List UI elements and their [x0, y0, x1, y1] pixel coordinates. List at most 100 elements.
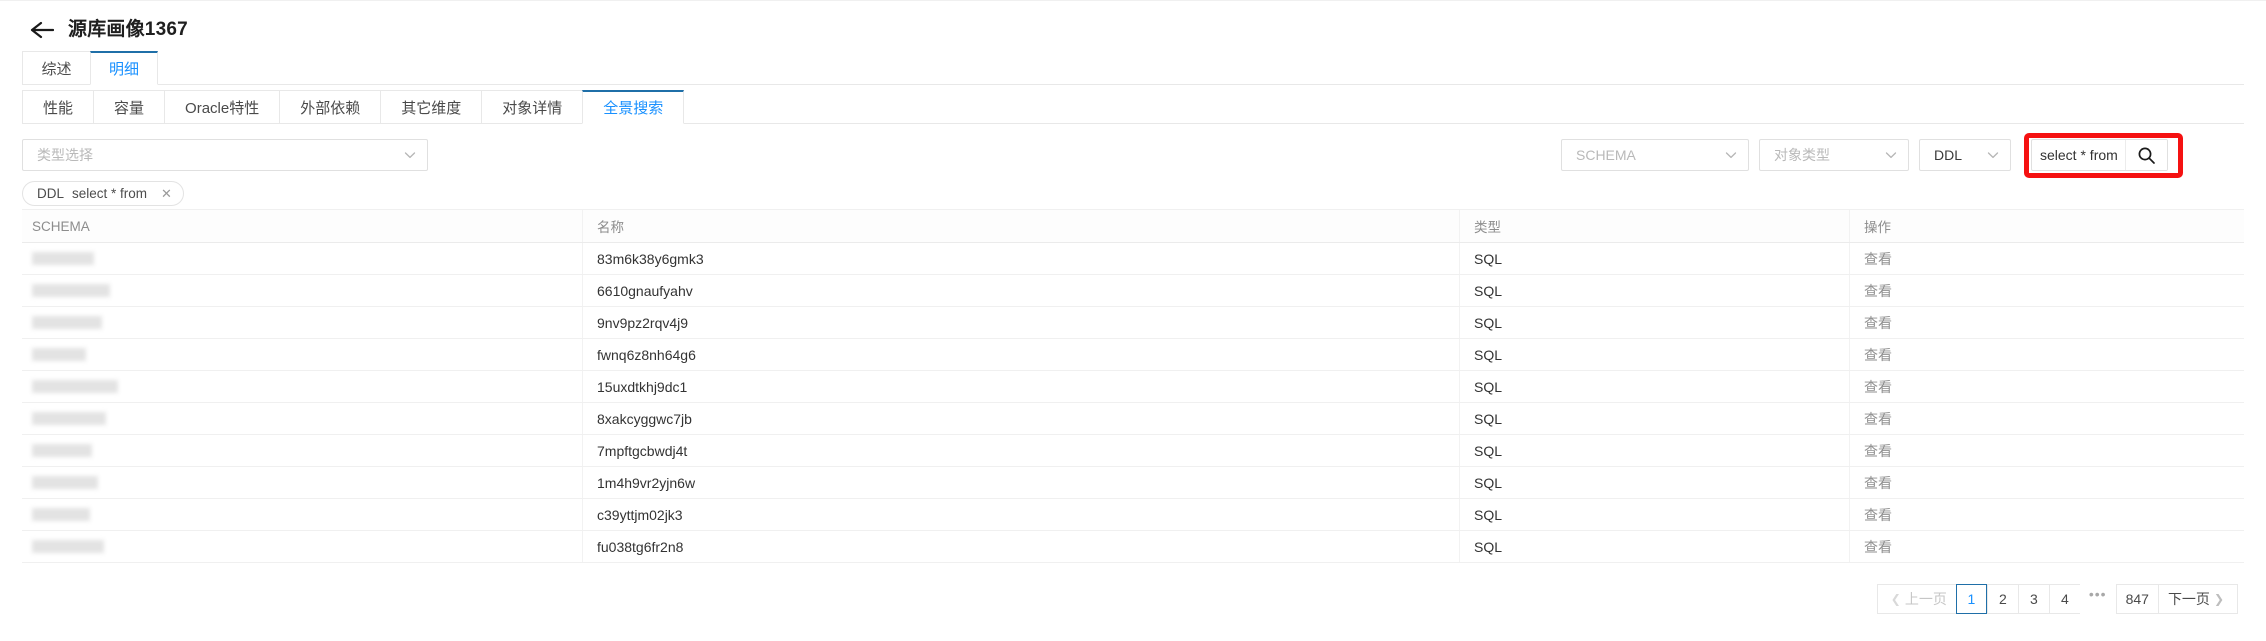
cell-name: 15uxdtkhj9dc1	[583, 371, 1460, 402]
table-row: fwnq6z8nh64g6 SQL 查看	[22, 339, 2244, 371]
redacted-value	[32, 316, 102, 329]
cell-action: 查看	[1850, 243, 2244, 274]
redacted-value	[32, 540, 104, 553]
cell-schema	[22, 339, 583, 370]
tab-xingneng[interactable]: 性能	[22, 90, 94, 124]
view-action-link[interactable]: 查看	[1864, 249, 1892, 269]
chevron-down-icon	[1986, 148, 2000, 162]
tab-duixiang-xiangqing[interactable]: 对象详情	[481, 90, 583, 124]
filter-chip-ddl: DDL select * from ✕	[22, 180, 184, 206]
cell-action: 查看	[1850, 403, 2244, 434]
search-icon	[2137, 146, 2156, 165]
tab-label: 综述	[41, 60, 72, 78]
table-row: 15uxdtkhj9dc1 SQL 查看	[22, 371, 2244, 403]
redacted-value	[32, 284, 110, 297]
cell-schema	[22, 243, 583, 274]
tab-quanjing-sousuo[interactable]: 全景搜索	[582, 90, 685, 124]
chevron-right-icon: ❯	[2213, 592, 2224, 606]
cell-action: 查看	[1850, 499, 2244, 530]
table-row: 6610gnaufyahv SQL 查看	[22, 275, 2244, 307]
chevron-down-icon	[403, 148, 417, 162]
tab-label: Oracle特性	[185, 99, 260, 117]
table-row: c39yttjm02jk3 SQL 查看	[22, 499, 2244, 531]
pagination-page-last[interactable]: 847	[2115, 584, 2158, 614]
tab-waibu-yilai[interactable]: 外部依赖	[279, 90, 381, 124]
table-row: 1m4h9vr2yjn6w SQL 查看	[22, 467, 2244, 499]
type-select[interactable]: 类型选择	[22, 139, 428, 171]
cell-action: 查看	[1850, 275, 2244, 306]
tab-rongliang[interactable]: 容量	[93, 90, 165, 124]
cell-type: SQL	[1460, 371, 1850, 402]
view-action-link[interactable]: 查看	[1864, 281, 1892, 301]
ddl-select[interactable]: DDL	[1919, 139, 2011, 171]
close-icon[interactable]: ✕	[161, 187, 172, 200]
tab-oracle-texing[interactable]: Oracle特性	[164, 90, 280, 124]
arrow-left-icon[interactable]	[30, 20, 56, 40]
cell-action: 查看	[1850, 371, 2244, 402]
redacted-value	[32, 380, 118, 393]
view-action-link[interactable]: 查看	[1864, 505, 1892, 525]
tab-zongshu[interactable]: 综述	[22, 51, 90, 85]
cell-type: SQL	[1460, 499, 1850, 530]
view-action-link[interactable]: 查看	[1864, 345, 1892, 365]
cell-action: 查看	[1850, 339, 2244, 370]
title-row: 源库画像1367	[0, 15, 2266, 45]
page-header: 源库画像1367	[0, 15, 2266, 57]
table-row: 7mpftgcbwdj4t SQL 查看	[22, 435, 2244, 467]
filter-chip-value: select * from	[72, 185, 148, 201]
redacted-value	[32, 252, 94, 265]
search-box	[2031, 139, 2168, 171]
pagination-next-label: 下一页	[2167, 591, 2210, 607]
cell-name: 9nv9pz2rqv4j9	[583, 307, 1460, 338]
view-action-link[interactable]: 查看	[1864, 313, 1892, 333]
view-action-link[interactable]: 查看	[1864, 473, 1892, 493]
view-action-link[interactable]: 查看	[1864, 377, 1892, 397]
tab-label: 对象详情	[502, 99, 563, 117]
pagination-ellipsis[interactable]: •••	[2079, 584, 2116, 614]
cell-type: SQL	[1460, 403, 1850, 434]
schema-select[interactable]: SCHEMA	[1561, 139, 1749, 171]
view-action-link[interactable]: 查看	[1864, 409, 1892, 429]
results-table: SCHEMA 名称 类型 操作 83m6k38y6gmk3 SQL 查看 6610gn…	[22, 209, 2244, 563]
pagination-prev[interactable]: ❮ 上一页	[1876, 584, 1956, 614]
cell-name: 6610gnaufyahv	[583, 275, 1460, 306]
table-row: 8xakcyggwc7jb SQL 查看	[22, 403, 2244, 435]
tab-mingxi[interactable]: 明细	[90, 51, 159, 85]
object-type-select[interactable]: 对象类型	[1759, 139, 1909, 171]
cell-name: 8xakcyggwc7jb	[583, 403, 1460, 434]
tab-label: 外部依赖	[300, 99, 361, 117]
view-action-link[interactable]: 查看	[1864, 441, 1892, 461]
pagination-prev-label: 上一页	[1904, 591, 1947, 607]
filter-chip-key: DDL	[37, 185, 65, 201]
cell-type: SQL	[1460, 467, 1850, 498]
search-button[interactable]	[2125, 140, 2167, 170]
primary-tabs-underline	[22, 84, 2244, 85]
search-input[interactable]	[2032, 140, 2125, 170]
cell-schema	[22, 403, 583, 434]
filter-bar: 类型选择 SCHEMA 对象类型 DDL	[0, 139, 2266, 179]
cell-schema	[22, 307, 583, 338]
table-body: 83m6k38y6gmk3 SQL 查看 6610gnaufyahv SQL 查看 9nv9…	[22, 243, 2244, 563]
pagination-page-label: 847	[2125, 591, 2149, 607]
panorama-search-page: 源库画像1367 综述 明细 性能 容量 Oracle特性 外部依赖 其它维度 …	[0, 0, 2266, 641]
cell-name: 7mpftgcbwdj4t	[583, 435, 1460, 466]
pagination-page-3[interactable]: 3	[2017, 584, 2049, 614]
cell-name: 1m4h9vr2yjn6w	[583, 467, 1460, 498]
cell-type: SQL	[1460, 339, 1850, 370]
pagination-next[interactable]: 下一页 ❯	[2157, 584, 2238, 614]
ddl-select-value: DDL	[1934, 147, 1963, 163]
view-action-link[interactable]: 查看	[1864, 537, 1892, 557]
pagination-page-1[interactable]: 1	[1955, 584, 1987, 614]
tab-qita-weidu[interactable]: 其它维度	[380, 90, 482, 124]
schema-select-value: SCHEMA	[1576, 147, 1636, 163]
cell-schema	[22, 531, 583, 562]
pagination-page-4[interactable]: 4	[2048, 584, 2080, 614]
pagination-page-label: 1	[1967, 591, 1976, 607]
type-select-value: 类型选择	[37, 147, 93, 163]
pagination-page-2[interactable]: 2	[1986, 584, 2018, 614]
cell-schema	[22, 467, 583, 498]
cell-name: fwnq6z8nh64g6	[583, 339, 1460, 370]
redacted-value	[32, 412, 106, 425]
cell-schema	[22, 499, 583, 530]
table-header-row: SCHEMA 名称 类型 操作	[22, 209, 2244, 243]
